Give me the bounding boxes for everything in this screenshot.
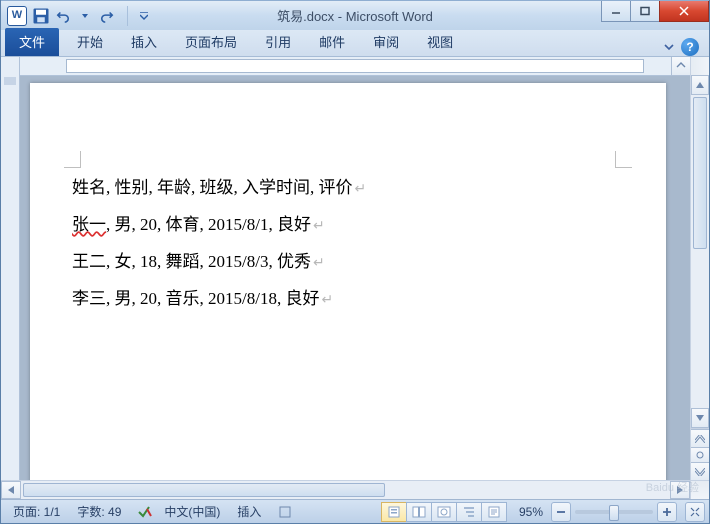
spellcheck-icon[interactable] — [134, 502, 156, 522]
text-line: 姓名, 性别, 年龄, 班级, 入学时间, 评价↵ — [72, 179, 624, 197]
scroll-up-button[interactable] — [691, 75, 709, 95]
window-controls — [601, 1, 709, 21]
tab-references[interactable]: 引用 — [251, 27, 305, 56]
window-title: 筑易.docx - Microsoft Word — [277, 6, 433, 25]
print-layout-view-button[interactable] — [381, 502, 407, 522]
text-line: 王二, 女, 18, 舞蹈, 2015/8/3, 优秀↵ — [72, 253, 624, 271]
qat-customize-button[interactable] — [134, 6, 154, 26]
paragraph-mark-icon: ↵ — [355, 182, 367, 197]
scroll-left-button[interactable] — [1, 481, 21, 499]
page-nav-buttons — [691, 428, 709, 480]
zoom-slider-thumb[interactable] — [609, 505, 619, 521]
tab-view[interactable]: 视图 — [413, 27, 467, 56]
undo-dropdown[interactable] — [75, 6, 95, 26]
margin-marker-tl — [64, 151, 81, 168]
web-layout-view-button[interactable] — [431, 502, 457, 522]
undo-button[interactable] — [53, 6, 73, 26]
scroll-track-h[interactable] — [21, 481, 670, 499]
scroll-track[interactable] — [691, 95, 709, 408]
status-bar: 页面: 1/1 字数: 49 中文(中国) 插入 95% — [1, 499, 709, 523]
ribbon-tabs: 文件 开始 插入 页面布局 引用 邮件 审阅 视图 ? — [1, 30, 709, 57]
tab-insert[interactable]: 插入 — [117, 27, 171, 56]
tab-pagelayout[interactable]: 页面布局 — [171, 27, 251, 56]
qat-separator — [119, 6, 128, 26]
document-page[interactable]: 姓名, 性别, 年龄, 班级, 入学时间, 评价↵ 张一, 男, 20, 体育,… — [30, 83, 666, 480]
status-language[interactable]: 中文(中国) — [156, 503, 229, 520]
file-tab[interactable]: 文件 — [5, 28, 59, 56]
horizontal-ruler[interactable] — [20, 57, 690, 76]
paragraph-mark-icon: ↵ — [313, 219, 325, 234]
scroll-right-button[interactable] — [670, 481, 690, 499]
horizontal-scrollbar[interactable] — [1, 480, 709, 499]
maximize-button[interactable] — [631, 1, 659, 22]
word-app-icon[interactable]: W — [7, 6, 27, 26]
macro-record-icon[interactable] — [274, 502, 296, 522]
word-window: W 筑易.docx - Microsoft Word 文件 开始 插入 页面布 — [0, 0, 710, 524]
fullscreen-reading-view-button[interactable] — [406, 502, 432, 522]
scroll-thumb[interactable] — [693, 97, 707, 249]
scroll-down-button[interactable] — [691, 408, 709, 428]
zoom-controls: 95% — [515, 502, 705, 522]
ribbon-minimize-button[interactable] — [663, 41, 675, 53]
ruler-expand-button[interactable] — [671, 57, 690, 76]
vertical-ruler[interactable] — [1, 57, 20, 480]
minimize-button[interactable] — [601, 1, 631, 22]
titlebar: W 筑易.docx - Microsoft Word — [1, 0, 709, 30]
zoom-out-button[interactable] — [551, 502, 571, 522]
status-insert-mode[interactable]: 插入 — [229, 503, 270, 520]
ruler-corner — [691, 57, 709, 75]
scroll-thumb-h[interactable] — [23, 483, 385, 497]
zoom-slider[interactable] — [575, 510, 653, 514]
scroll-corner — [690, 481, 709, 499]
document-content[interactable]: 姓名, 性别, 年龄, 班级, 入学时间, 评价↵ 张一, 男, 20, 体育,… — [72, 179, 624, 327]
tab-home[interactable]: 开始 — [63, 27, 117, 56]
close-button[interactable] — [659, 1, 709, 22]
document-area: 姓名, 性别, 年龄, 班级, 入学时间, 评价↵ 张一, 男, 20, 体育,… — [1, 57, 709, 480]
vertical-scrollbar[interactable] — [690, 57, 709, 480]
zoom-level[interactable]: 95% — [515, 505, 547, 519]
spelling-error: 张一 — [72, 215, 106, 234]
outline-view-button[interactable] — [456, 502, 482, 522]
status-page[interactable]: 页面: 1/1 — [5, 503, 69, 520]
text-line: 张一, 男, 20, 体育, 2015/8/1, 良好↵ — [72, 216, 624, 234]
help-button[interactable]: ? — [681, 38, 699, 56]
text-line: 李三, 男, 20, 音乐, 2015/8/18, 良好↵ — [72, 290, 624, 308]
next-page-button[interactable] — [691, 462, 709, 480]
margin-marker-tr — [615, 151, 632, 168]
zoom-fit-button[interactable] — [685, 502, 705, 522]
ruler-active-area — [66, 59, 644, 73]
paragraph-mark-icon: ↵ — [321, 293, 333, 308]
tab-review[interactable]: 审阅 — [359, 27, 413, 56]
paragraph-mark-icon: ↵ — [313, 256, 325, 271]
document-viewport: 姓名, 性别, 年龄, 班级, 入学时间, 评价↵ 张一, 男, 20, 体育,… — [20, 57, 690, 480]
browse-object-button[interactable] — [691, 447, 709, 462]
save-button[interactable] — [31, 6, 51, 26]
view-buttons — [382, 502, 507, 522]
draft-view-button[interactable] — [481, 502, 507, 522]
prev-page-button[interactable] — [691, 429, 709, 447]
quick-access-toolbar — [31, 6, 154, 26]
tab-mailings[interactable]: 邮件 — [305, 27, 359, 56]
status-word-count[interactable]: 字数: 49 — [69, 503, 130, 520]
zoom-in-button[interactable] — [657, 502, 677, 522]
ruler-marker — [4, 77, 16, 85]
redo-button[interactable] — [97, 6, 117, 26]
